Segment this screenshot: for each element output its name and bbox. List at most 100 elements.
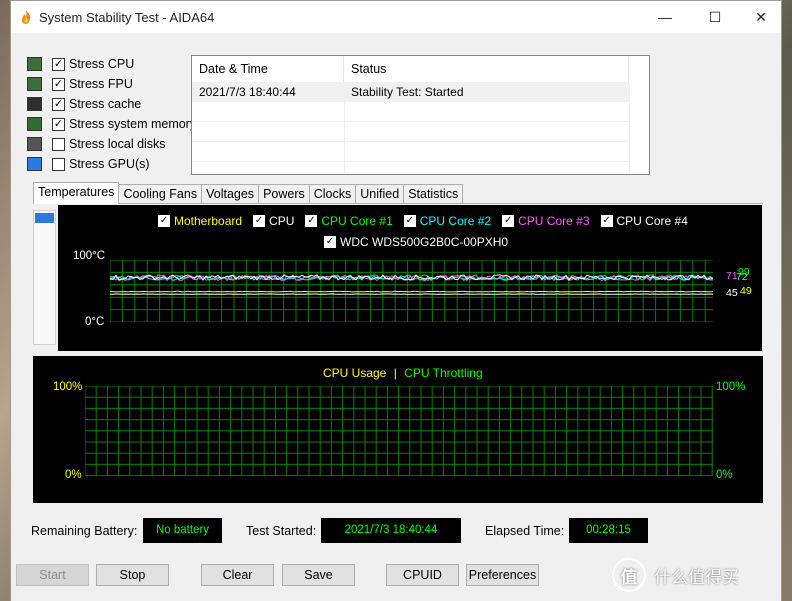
stress-checkbox[interactable] [52, 137, 65, 151]
legend-label: Motherboard [174, 214, 243, 228]
cpuid-button[interactable]: CPUID [386, 564, 459, 586]
temperature-legend: ✓ WDC WDS500G2B0C-00PXH0 [324, 234, 508, 250]
cpu-throttling-label: CPU Throttling [404, 366, 483, 380]
tab-voltages[interactable]: Voltages [201, 184, 260, 204]
legend-item[interactable]: ✓ CPU Core #1 [305, 213, 393, 229]
temperature-plot [110, 260, 713, 322]
elapsed-time-value: 00:28:15 [569, 518, 648, 543]
watermark-text: 什么值得买 [654, 567, 739, 587]
legend-label: CPU Core #4 [616, 214, 688, 228]
stress-label: Stress GPU(s) [69, 157, 150, 171]
log-row-empty [192, 122, 629, 142]
stress-option[interactable]: ✓ Stress FPU [27, 75, 133, 93]
legend-checkbox[interactable]: ✓ [502, 215, 515, 227]
clear-button[interactable]: Clear [201, 564, 274, 586]
legend-item[interactable]: ✓ CPU Core #3 [502, 213, 590, 229]
cpu-usage-label: CPU Usage [323, 366, 387, 380]
sensor-scrollbar[interactable] [33, 210, 56, 345]
legend-item[interactable]: ✓ WDC WDS500G2B0C-00PXH0 [324, 234, 508, 250]
close-button[interactable]: ✕ [738, 1, 784, 33]
tab-temperatures[interactable]: Temperatures [33, 182, 120, 204]
window-title: System Stability Test - AIDA64 [39, 10, 215, 25]
monitor-gpu-icon [27, 157, 42, 171]
log-divider [629, 82, 630, 174]
log-status: Stability Test: Started [351, 85, 464, 99]
log-divider [344, 82, 345, 174]
start-button[interactable]: Start [16, 564, 89, 586]
temp-axis-max: 100°C [73, 250, 106, 262]
log-table[interactable]: Date & Time Status 2021/7/3 18:40:44 Sta… [191, 55, 650, 175]
legend-label: CPU Core #3 [518, 214, 590, 228]
maximize-button[interactable]: ☐ [692, 1, 738, 33]
temp-axis-min: 0°C [85, 316, 105, 328]
stress-option[interactable]: ✓ Stress system memory [27, 115, 196, 133]
disk-drive-icon [27, 137, 42, 151]
tab-cooling-fans[interactable]: Cooling Fans [118, 184, 203, 204]
stress-checkbox[interactable]: ✓ [52, 97, 65, 111]
legend-item[interactable]: ✓ CPU [253, 213, 294, 229]
client-area: ✓ Stress CPU ✓ Stress FPU ✓ Stress cache ✓ Stre… [11, 34, 781, 601]
stress-label: Stress CPU [69, 57, 135, 71]
test-started-value: 2021/7/3 18:40:44 [321, 518, 461, 543]
readout-disk: 45 [726, 287, 738, 299]
title-bar[interactable]: System Stability Test - AIDA64 — ☐ ✕ [11, 1, 781, 33]
log-row-empty [192, 142, 629, 162]
readout-motherboard: 49 [740, 285, 752, 297]
watermark-logo: 值 [612, 558, 646, 592]
stress-checkbox[interactable]: ✓ [52, 77, 65, 91]
cpu-axis-right-max: 100% [716, 381, 746, 393]
stress-checkbox[interactable]: ✓ [52, 117, 65, 131]
stress-option[interactable]: Stress GPU(s) [27, 155, 150, 173]
tab-unified[interactable]: Unified [355, 184, 405, 204]
legend-label: CPU Core #2 [419, 214, 492, 228]
legend-checkbox[interactable]: ✓ [305, 215, 318, 227]
battery-label: Remaining Battery: [31, 524, 138, 538]
legend-checkbox[interactable]: ✓ [403, 215, 416, 227]
aida64-flame-icon [21, 10, 31, 24]
tab-statistics[interactable]: Statistics [403, 184, 464, 204]
battery-value: No battery [143, 518, 222, 543]
save-button[interactable]: Save [282, 564, 355, 586]
legend-item[interactable]: ✓ Motherboard [158, 213, 242, 229]
temperature-graph: ✓ Motherboard ✓ CPU ✓ CPU Core #1 ✓ CPU Core #2… [58, 205, 762, 351]
log-column-status[interactable]: Status [344, 56, 629, 82]
elapsed-time-label: Elapsed Time: [485, 524, 565, 538]
preferences-button[interactable]: Preferences [466, 564, 539, 586]
legend-label: CPU Core #1 [321, 214, 393, 228]
legend-item[interactable]: ✓ CPU Core #2 [403, 213, 492, 229]
log-datetime: 2021/7/3 18:40:44 [199, 85, 296, 99]
stress-label: Stress FPU [69, 77, 133, 91]
legend-checkbox[interactable]: ✓ [158, 215, 170, 227]
sensor-tabs: Temperatures Cooling Fans Voltages Power… [33, 182, 464, 204]
stress-checkbox[interactable]: ✓ [52, 57, 65, 71]
cpu-axis-left-min: 0% [65, 469, 82, 481]
cpu-chip-icon [27, 57, 42, 71]
stress-option[interactable]: Stress local disks [27, 135, 166, 153]
legend-label: CPU [269, 214, 295, 228]
test-started-label: Test Started: [246, 524, 317, 538]
cpu-graph-title: CPU Usage | CPU Throttling [323, 366, 483, 380]
readout-core1: 99 [738, 266, 750, 278]
watermark: 值 什么值得买 [612, 555, 782, 595]
tab-clocks[interactable]: Clocks [308, 184, 357, 204]
minimize-button[interactable]: — [642, 1, 688, 33]
log-column-datetime[interactable]: Date & Time [192, 56, 344, 82]
stress-option[interactable]: ✓ Stress CPU [27, 55, 134, 73]
stress-label: Stress local disks [69, 137, 166, 151]
stress-label: Stress cache [69, 97, 142, 111]
tab-powers[interactable]: Powers [258, 184, 310, 204]
log-row[interactable]: 2021/7/3 18:40:44 Stability Test: Starte… [192, 82, 629, 102]
stress-option[interactable]: ✓ Stress cache [27, 95, 141, 113]
sensor-scroll-thumb[interactable] [35, 213, 54, 223]
trace-motherboard [110, 290, 713, 293]
legend-checkbox[interactable]: ✓ [600, 215, 613, 227]
legend-item[interactable]: ✓ CPU Core #4 [600, 213, 688, 229]
stress-checkbox[interactable] [52, 157, 65, 171]
stop-button[interactable]: Stop [96, 564, 169, 586]
cpu-usage-graph: CPU Usage | CPU Throttling 100% 0% 100% … [33, 356, 763, 503]
legend-checkbox[interactable]: ✓ [324, 236, 336, 248]
legend-checkbox[interactable]: ✓ [253, 215, 266, 227]
cpu-graph-separator: | [393, 366, 397, 380]
stress-label: Stress system memory [69, 117, 197, 131]
cpu-axis-right-min: 0% [716, 469, 733, 481]
